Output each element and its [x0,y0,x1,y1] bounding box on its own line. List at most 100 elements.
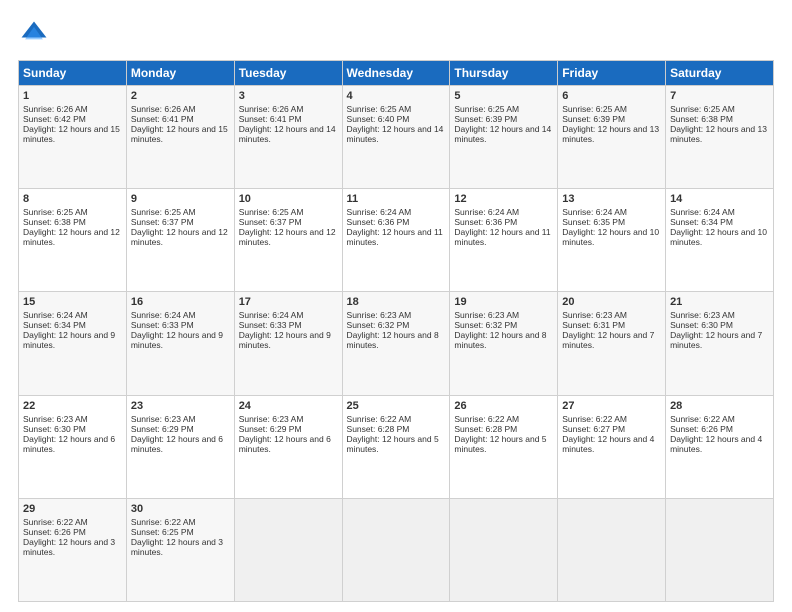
daylight-text: Daylight: 12 hours and 10 minutes. [562,227,659,247]
calendar-header-thursday: Thursday [450,61,558,86]
daylight-text: Daylight: 12 hours and 7 minutes. [562,330,654,350]
sunrise-text: Sunrise: 6:23 AM [131,414,196,424]
daylight-text: Daylight: 12 hours and 13 minutes. [562,124,659,144]
sunset-text: Sunset: 6:30 PM [23,424,86,434]
sunrise-text: Sunrise: 6:23 AM [239,414,304,424]
sunset-text: Sunset: 6:33 PM [131,320,194,330]
calendar-week-row: 1Sunrise: 6:26 AMSunset: 6:42 PMDaylight… [19,86,774,189]
calendar-cell: 5Sunrise: 6:25 AMSunset: 6:39 PMDaylight… [450,86,558,189]
sunset-text: Sunset: 6:30 PM [670,320,733,330]
sunrise-text: Sunrise: 6:22 AM [670,414,735,424]
sunset-text: Sunset: 6:38 PM [23,217,86,227]
day-number: 1 [23,90,122,102]
day-number: 6 [562,90,661,102]
daylight-text: Daylight: 12 hours and 9 minutes. [131,330,223,350]
calendar-cell: 9 Sunrise: 6:25 AMSunset: 6:37 PMDaylight… [126,189,234,292]
sunrise-text: Sunrise: 6:25 AM [562,104,627,114]
daylight-text: Daylight: 12 hours and 4 minutes. [562,434,654,454]
day-number: 9 [131,193,230,205]
calendar-cell: 7Sunrise: 6:25 AMSunset: 6:38 PMDaylight… [666,86,774,189]
calendar-header-wednesday: Wednesday [342,61,450,86]
calendar-cell: 16Sunrise: 6:24 AMSunset: 6:33 PMDayligh… [126,292,234,395]
day-number: 27 [562,400,661,412]
sunset-text: Sunset: 6:29 PM [131,424,194,434]
daylight-text: Daylight: 12 hours and 8 minutes. [454,330,546,350]
calendar-cell [342,498,450,601]
sunrise-text: Sunrise: 6:25 AM [454,104,519,114]
sunrise-text: Sunrise: 6:25 AM [670,104,735,114]
calendar-cell: 25Sunrise: 6:22 AMSunset: 6:28 PMDayligh… [342,395,450,498]
day-number: 14 [670,193,769,205]
sunrise-text: Sunrise: 6:23 AM [670,310,735,320]
calendar-cell: 20Sunrise: 6:23 AMSunset: 6:31 PMDayligh… [558,292,666,395]
calendar-cell: 11Sunrise: 6:24 AMSunset: 6:36 PMDayligh… [342,189,450,292]
calendar-header-friday: Friday [558,61,666,86]
sunrise-text: Sunrise: 6:23 AM [454,310,519,320]
sunset-text: Sunset: 6:39 PM [454,114,517,124]
sunset-text: Sunset: 6:37 PM [131,217,194,227]
calendar-week-row: 22Sunrise: 6:23 AMSunset: 6:30 PMDayligh… [19,395,774,498]
calendar-cell: 21Sunrise: 6:23 AMSunset: 6:30 PMDayligh… [666,292,774,395]
sunset-text: Sunset: 6:38 PM [670,114,733,124]
day-number: 19 [454,296,553,308]
calendar-cell: 26Sunrise: 6:22 AMSunset: 6:28 PMDayligh… [450,395,558,498]
sunset-text: Sunset: 6:34 PM [670,217,733,227]
day-number: 8 [23,193,122,205]
sunset-text: Sunset: 6:41 PM [131,114,194,124]
sunset-text: Sunset: 6:41 PM [239,114,302,124]
sunrise-text: Sunrise: 6:25 AM [239,207,304,217]
sunrise-text: Sunrise: 6:24 AM [131,310,196,320]
calendar-cell [234,498,342,601]
daylight-text: Daylight: 12 hours and 12 minutes. [131,227,228,247]
sunset-text: Sunset: 6:33 PM [239,320,302,330]
sunset-text: Sunset: 6:26 PM [670,424,733,434]
sunset-text: Sunset: 6:36 PM [454,217,517,227]
daylight-text: Daylight: 12 hours and 14 minutes. [347,124,444,144]
daylight-text: Daylight: 12 hours and 3 minutes. [131,537,223,557]
sunrise-text: Sunrise: 6:25 AM [347,104,412,114]
calendar-cell: 19Sunrise: 6:23 AMSunset: 6:32 PMDayligh… [450,292,558,395]
day-number: 30 [131,503,230,515]
day-number: 23 [131,400,230,412]
sunrise-text: Sunrise: 6:26 AM [239,104,304,114]
sunset-text: Sunset: 6:28 PM [454,424,517,434]
logo [18,18,54,50]
sunset-text: Sunset: 6:29 PM [239,424,302,434]
sunset-text: Sunset: 6:34 PM [23,320,86,330]
calendar-cell: 3Sunrise: 6:26 AMSunset: 6:41 PMDaylight… [234,86,342,189]
logo-icon [18,18,50,50]
day-number: 3 [239,90,338,102]
calendar-cell: 24Sunrise: 6:23 AMSunset: 6:29 PMDayligh… [234,395,342,498]
calendar-cell: 22Sunrise: 6:23 AMSunset: 6:30 PMDayligh… [19,395,127,498]
calendar-cell [558,498,666,601]
calendar-cell: 1Sunrise: 6:26 AMSunset: 6:42 PMDaylight… [19,86,127,189]
sunrise-text: Sunrise: 6:26 AM [23,104,88,114]
calendar-cell: 13Sunrise: 6:24 AMSunset: 6:35 PMDayligh… [558,189,666,292]
sunrise-text: Sunrise: 6:24 AM [562,207,627,217]
sunrise-text: Sunrise: 6:23 AM [562,310,627,320]
day-number: 10 [239,193,338,205]
sunrise-text: Sunrise: 6:24 AM [23,310,88,320]
sunrise-text: Sunrise: 6:22 AM [131,517,196,527]
page: SundayMondayTuesdayWednesdayThursdayFrid… [0,0,792,612]
day-number: 12 [454,193,553,205]
sunset-text: Sunset: 6:26 PM [23,527,86,537]
daylight-text: Daylight: 12 hours and 15 minutes. [131,124,228,144]
sunrise-text: Sunrise: 6:26 AM [131,104,196,114]
day-number: 11 [347,193,446,205]
calendar-cell [450,498,558,601]
sunrise-text: Sunrise: 6:25 AM [23,207,88,217]
calendar-week-row: 8Sunrise: 6:25 AMSunset: 6:38 PMDaylight… [19,189,774,292]
daylight-text: Daylight: 12 hours and 15 minutes. [23,124,120,144]
calendar-cell [666,498,774,601]
calendar-cell: 15Sunrise: 6:24 AMSunset: 6:34 PMDayligh… [19,292,127,395]
calendar-header-monday: Monday [126,61,234,86]
daylight-text: Daylight: 12 hours and 5 minutes. [454,434,546,454]
daylight-text: Daylight: 12 hours and 14 minutes. [454,124,551,144]
daylight-text: Daylight: 12 hours and 12 minutes. [23,227,120,247]
calendar-cell: 8 Sunrise: 6:25 AMSunset: 6:38 PMDaylight… [19,189,127,292]
sunset-text: Sunset: 6:39 PM [562,114,625,124]
sunrise-text: Sunrise: 6:25 AM [131,207,196,217]
day-number: 18 [347,296,446,308]
header [18,18,774,50]
